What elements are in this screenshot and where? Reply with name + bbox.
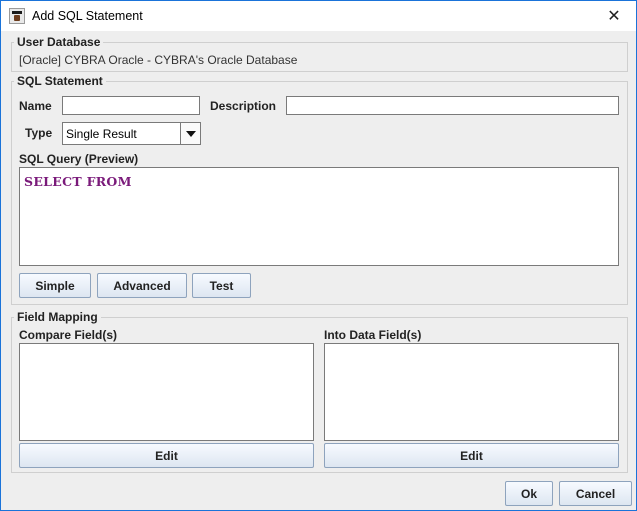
sql-query-preview-label: SQL Query (Preview) — [19, 152, 139, 166]
simple-button[interactable]: Simple — [19, 273, 91, 298]
compare-fields-label: Compare Field(s) — [19, 328, 118, 342]
chevron-down-icon[interactable] — [180, 123, 200, 144]
cancel-button[interactable]: Cancel — [559, 481, 632, 506]
type-label: Type — [25, 126, 53, 140]
description-field[interactable] — [286, 96, 619, 115]
compare-edit-button[interactable]: Edit — [19, 443, 314, 468]
user-database-legend: User Database — [14, 35, 104, 49]
description-label: Description — [210, 99, 277, 113]
test-button[interactable]: Test — [192, 273, 251, 298]
ok-button[interactable]: Ok — [505, 481, 553, 506]
type-select[interactable]: Single Result — [62, 122, 201, 145]
window-title: Add SQL Statement — [32, 9, 143, 23]
advanced-button[interactable]: Advanced — [97, 273, 187, 298]
add-sql-statement-dialog: Add SQL Statement ✕ User Database [Oracl… — [0, 0, 637, 511]
into-edit-button[interactable]: Edit — [324, 443, 619, 468]
sql-statement-legend: SQL Statement — [14, 74, 106, 88]
name-field[interactable] — [62, 96, 200, 115]
close-icon[interactable]: ✕ — [592, 1, 636, 31]
sql-query-text: SELECT FROM — [24, 174, 132, 189]
sql-query-preview[interactable]: SELECT FROM — [19, 167, 619, 266]
name-label: Name — [19, 99, 52, 113]
into-data-fields-label: Into Data Field(s) — [324, 328, 422, 342]
compare-fields-list[interactable] — [19, 343, 314, 441]
user-database-value: [Oracle] CYBRA Oracle - CYBRA's Oracle D… — [19, 53, 298, 67]
field-mapping-legend: Field Mapping — [14, 310, 101, 324]
type-select-value: Single Result — [66, 127, 137, 141]
app-icon — [9, 8, 25, 24]
into-data-fields-list[interactable] — [324, 343, 619, 441]
title-bar[interactable]: Add SQL Statement ✕ — [1, 1, 636, 31]
